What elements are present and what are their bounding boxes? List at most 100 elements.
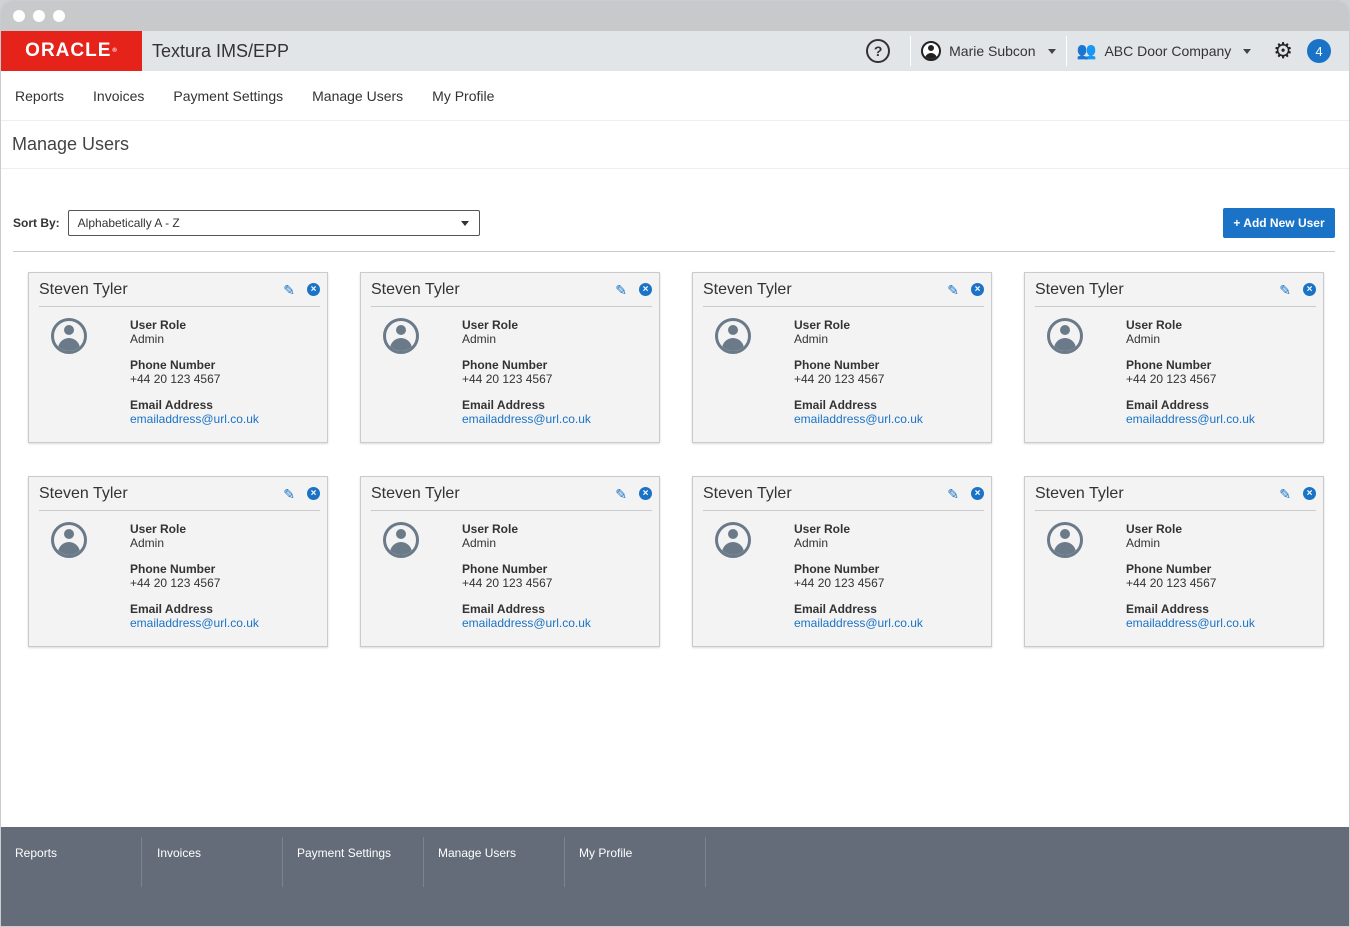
user-details: User Role Admin Phone Number +44 20 123 … [1126,318,1255,426]
close-icon[interactable]: × [307,487,320,500]
role-label: User Role [130,522,187,536]
email-link[interactable]: emailaddress@url.co.uk [1126,616,1255,630]
footer-item-my-profile[interactable]: My Profile [565,837,706,887]
phone-value: +44 20 123 4567 [1126,576,1217,590]
user-name: Steven Tyler [39,280,128,298]
user-details: User Role Admin Phone Number +44 20 123 … [462,522,591,630]
footer-item-invoices[interactable]: Invoices [142,837,283,887]
user-card: Steven Tyler ✎ × User Role Admin Phone N… [28,272,328,443]
window-maximize-dot[interactable] [53,10,65,22]
notification-badge[interactable]: 4 [1307,39,1331,63]
role-value: Admin [130,332,165,346]
group-icon: 👥 [1076,43,1097,60]
email-link[interactable]: emailaddress@url.co.uk [462,616,591,630]
card-header: Steven Tyler ✎ × [39,273,320,307]
close-icon[interactable]: × [1303,283,1316,296]
nav-item-invoices[interactable]: Invoices [93,88,144,104]
email-link[interactable]: emailaddress@url.co.uk [130,412,259,426]
role-label: User Role [794,318,851,332]
pencil-icon[interactable]: ✎ [283,282,295,299]
email-link[interactable]: emailaddress@url.co.uk [794,412,923,426]
phone-value: +44 20 123 4567 [794,576,885,590]
avatar [383,318,419,354]
close-icon[interactable]: × [639,487,652,500]
pencil-icon[interactable]: ✎ [947,486,959,503]
email-link[interactable]: emailaddress@url.co.uk [130,616,259,630]
card-header: Steven Tyler ✎ × [1035,477,1316,511]
phone-label: Phone Number [794,358,880,372]
company-menu[interactable]: 👥 ABC Door Company [1067,41,1262,61]
user-card: Steven Tyler ✎ × User Role Admin Phone N… [692,272,992,443]
user-name: Steven Tyler [703,280,792,298]
sort-dropdown[interactable]: Alphabetically A - Z [67,210,480,236]
footer-item-manage-users[interactable]: Manage Users [424,837,565,887]
user-details: User Role Admin Phone Number +44 20 123 … [794,318,923,426]
phone-value: +44 20 123 4567 [462,576,553,590]
help-icon[interactable]: ? [866,39,891,63]
user-card: Steven Tyler ✎ × User Role Admin Phone N… [360,476,660,647]
phone-label: Phone Number [462,358,548,372]
email-label: Email Address [130,398,213,412]
avatar [715,522,751,558]
phone-value: +44 20 123 4567 [462,372,553,386]
product-title: Textura IMS/EPP [152,40,290,61]
footer-item-payment-settings[interactable]: Payment Settings [283,837,424,887]
nav-item-manage-users[interactable]: Manage Users [312,88,403,104]
pencil-icon[interactable]: ✎ [1279,282,1291,299]
header-actions: ? Marie Subcon 👥 ABC Door Company ⚙ 4 [866,31,1349,71]
user-details: User Role Admin Phone Number +44 20 123 … [462,318,591,426]
user-card: Steven Tyler ✎ × User Role Admin Phone N… [360,272,660,443]
nav-item-my-profile[interactable]: My Profile [432,88,494,104]
phone-label: Phone Number [794,562,880,576]
phone-value: +44 20 123 4567 [130,576,221,590]
avatar [51,522,87,558]
phone-label: Phone Number [1126,358,1212,372]
close-icon[interactable]: × [971,283,984,296]
role-value: Admin [1126,332,1161,346]
footer-item-reports[interactable]: Reports [1,837,142,887]
user-card: Steven Tyler ✎ × User Role Admin Phone N… [1024,272,1324,443]
pencil-icon[interactable]: ✎ [283,486,295,503]
close-icon[interactable]: × [307,283,320,296]
browser-window: ORACLE ® Textura IMS/EPP ? Marie Subcon 👥… [0,0,1350,927]
pencil-icon[interactable]: ✎ [615,282,627,299]
company-name: ABC Door Company [1104,43,1232,59]
pencil-icon[interactable]: ✎ [615,486,627,503]
avatar [51,318,87,354]
list-toolbar: Sort By: Alphabetically A - Z + Add New … [13,208,1335,238]
user-name: Steven Tyler [39,484,128,502]
phone-value: +44 20 123 4567 [794,372,885,386]
card-header: Steven Tyler ✎ × [39,477,320,511]
pencil-icon[interactable]: ✎ [1279,486,1291,503]
close-icon[interactable]: × [971,487,984,500]
email-label: Email Address [130,602,213,616]
role-label: User Role [462,318,519,332]
email-link[interactable]: emailaddress@url.co.uk [1126,412,1255,426]
nav-item-payment-settings[interactable]: Payment Settings [173,88,283,104]
chevron-down-icon [460,221,469,226]
avatar [715,318,751,354]
card-header: Steven Tyler ✎ × [371,273,652,307]
nav-item-reports[interactable]: Reports [15,88,64,104]
role-value: Admin [794,332,829,346]
close-icon[interactable]: × [1303,487,1316,500]
user-menu[interactable]: Marie Subcon [911,41,1065,61]
email-link[interactable]: emailaddress@url.co.uk [794,616,923,630]
add-new-user-button[interactable]: + Add New User [1223,208,1335,238]
close-icon[interactable]: × [639,283,652,296]
email-label: Email Address [462,602,545,616]
role-value: Admin [462,332,497,346]
oracle-logo[interactable]: ORACLE ® [1,31,142,71]
footer-navigation: Reports Invoices Payment Settings Manage… [1,827,1349,926]
phone-label: Phone Number [462,562,548,576]
email-link[interactable]: emailaddress@url.co.uk [462,412,591,426]
pencil-icon[interactable]: ✎ [947,282,959,299]
window-minimize-dot[interactable] [33,10,45,22]
gear-icon[interactable]: ⚙ [1273,38,1293,64]
chevron-down-icon [1047,48,1056,54]
window-titlebar [1,1,1349,31]
role-label: User Role [1126,522,1183,536]
user-name: Steven Tyler [1035,280,1124,298]
window-close-dot[interactable] [13,10,25,22]
email-label: Email Address [794,398,877,412]
